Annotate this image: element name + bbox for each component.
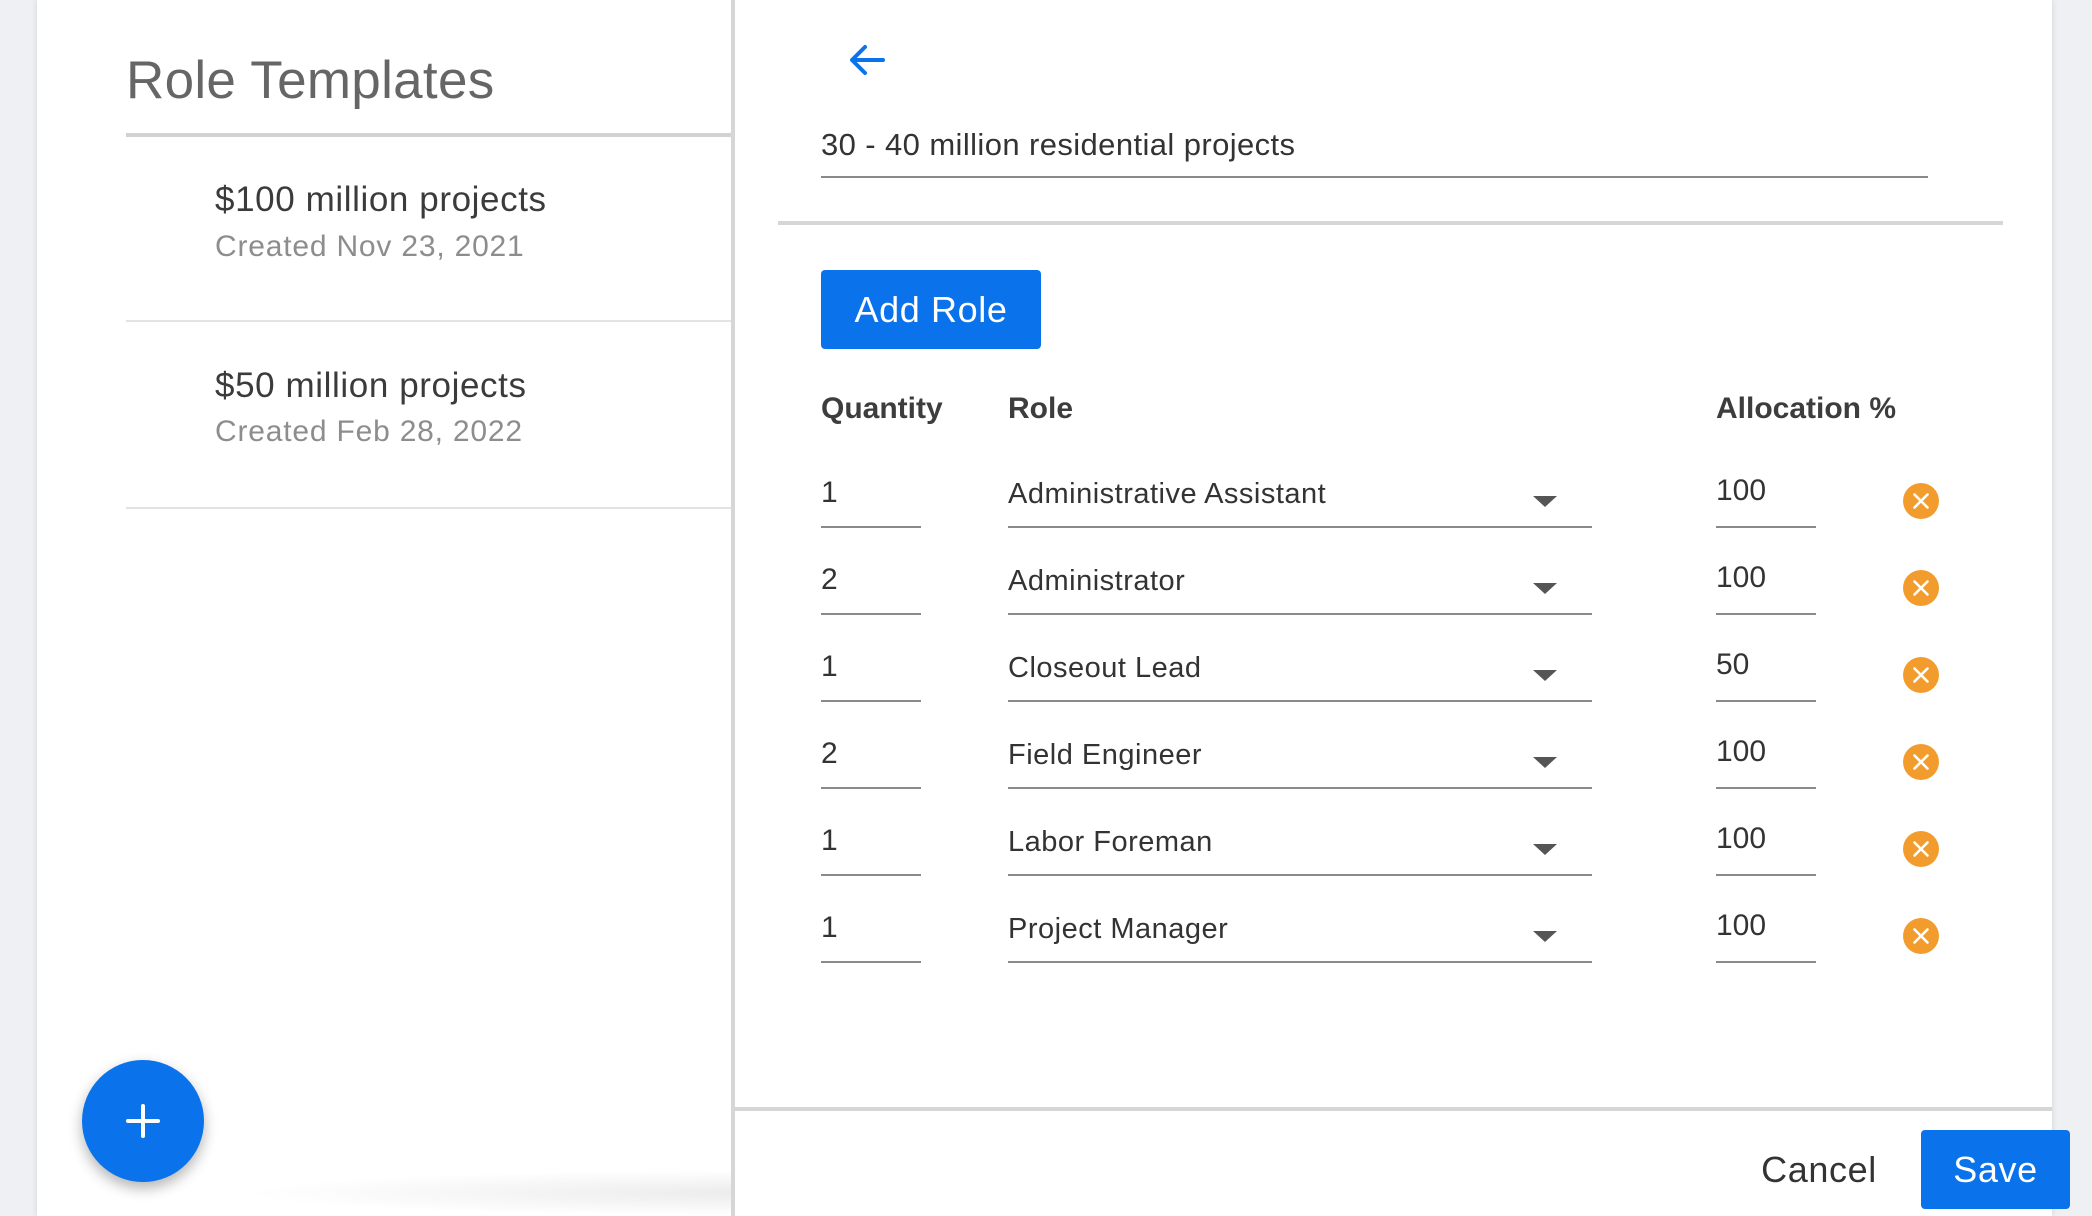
dropdown-arrow-icon: [1533, 583, 1557, 594]
remove-role-button[interactable]: [1903, 570, 1939, 606]
role-row: 1 Labor Foreman 100: [735, 816, 2052, 903]
allocation-input[interactable]: 100: [1716, 816, 1816, 876]
dropdown-arrow-icon: [1533, 931, 1557, 942]
allocation-input[interactable]: 100: [1716, 555, 1816, 615]
role-row: 1 Administrative Assistant 100: [735, 468, 2052, 555]
quantity-input[interactable]: 2: [821, 729, 921, 789]
role-select[interactable]: Closeout Lead: [1008, 642, 1592, 702]
allocation-input[interactable]: 100: [1716, 468, 1816, 528]
arrow-left-icon: [850, 45, 885, 75]
template-name-input[interactable]: 30 - 40 million residential projects: [821, 120, 1928, 178]
role-select-value: Project Manager: [1008, 913, 1229, 945]
remove-role-button[interactable]: [1903, 744, 1939, 780]
quantity-column-header: Quantity: [821, 392, 943, 425]
back-button[interactable]: [845, 38, 889, 82]
allocation-input[interactable]: 50: [1716, 642, 1816, 702]
template-list-panel: Role Templates $100 million projects Cre…: [37, 0, 1287, 1216]
dropdown-arrow-icon: [1533, 496, 1557, 507]
role-row: 1 Project Manager 100: [735, 903, 2052, 990]
role-select[interactable]: Administrator: [1008, 555, 1592, 615]
dropdown-arrow-icon: [1533, 757, 1557, 768]
remove-role-button[interactable]: [1903, 918, 1939, 954]
template-item[interactable]: $50 million projects Created Feb 28, 202…: [126, 324, 731, 509]
role-select-value: Field Engineer: [1008, 739, 1202, 771]
allocation-input[interactable]: 100: [1716, 729, 1816, 789]
footer-divider: [735, 1107, 2052, 1111]
section-divider: [778, 221, 2003, 225]
remove-role-button[interactable]: [1903, 831, 1939, 867]
quantity-input[interactable]: 1: [821, 816, 921, 876]
role-select[interactable]: Field Engineer: [1008, 729, 1592, 789]
save-button[interactable]: Save: [1921, 1130, 2070, 1209]
plus-icon: [126, 1104, 160, 1138]
role-select[interactable]: Labor Foreman: [1008, 816, 1592, 876]
allocation-input[interactable]: 100: [1716, 903, 1816, 963]
template-editor-panel: 30 - 40 million residential projects Add…: [735, 0, 2070, 1216]
template-name: $100 million projects: [215, 180, 547, 219]
cancel-button[interactable]: Cancel: [1734, 1130, 1904, 1209]
quantity-input[interactable]: 1: [821, 903, 921, 963]
remove-role-button[interactable]: [1903, 657, 1939, 693]
close-circle-icon: [1903, 657, 1939, 693]
add-template-button[interactable]: [82, 1060, 204, 1182]
template-name: $50 million projects: [215, 366, 527, 405]
dropdown-arrow-icon: [1533, 844, 1557, 855]
template-created-date: Created Nov 23, 2021: [215, 230, 525, 263]
role-row: 1 Closeout Lead 50: [735, 642, 2052, 729]
template-item[interactable]: $100 million projects Created Nov 23, 20…: [126, 137, 731, 322]
role-column-header: Role: [1008, 392, 1074, 425]
add-role-button[interactable]: Add Role: [821, 270, 1041, 349]
role-select-value: Administrator: [1008, 565, 1186, 597]
app-window: Role Templates $100 million projects Cre…: [37, 0, 2070, 1216]
allocation-column-header: Allocation %: [1716, 392, 1897, 425]
close-circle-icon: [1903, 483, 1939, 519]
panel-title: Role Templates: [126, 51, 495, 110]
role-select[interactable]: Administrative Assistant: [1008, 468, 1592, 528]
close-circle-icon: [1903, 570, 1939, 606]
quantity-input[interactable]: 1: [821, 468, 921, 528]
role-select-value: Closeout Lead: [1008, 652, 1202, 684]
role-row: 2 Administrator 100: [735, 555, 2052, 642]
role-select[interactable]: Project Manager: [1008, 903, 1592, 963]
role-select-value: Labor Foreman: [1008, 826, 1213, 858]
role-select-value: Administrative Assistant: [1008, 478, 1327, 510]
quantity-input[interactable]: 1: [821, 642, 921, 702]
close-circle-icon: [1903, 744, 1939, 780]
quantity-input[interactable]: 2: [821, 555, 921, 615]
remove-role-button[interactable]: [1903, 483, 1939, 519]
role-row: 2 Field Engineer 100: [735, 729, 2052, 816]
template-created-date: Created Feb 28, 2022: [215, 415, 523, 448]
close-circle-icon: [1903, 831, 1939, 867]
dropdown-arrow-icon: [1533, 670, 1557, 681]
close-circle-icon: [1903, 918, 1939, 954]
